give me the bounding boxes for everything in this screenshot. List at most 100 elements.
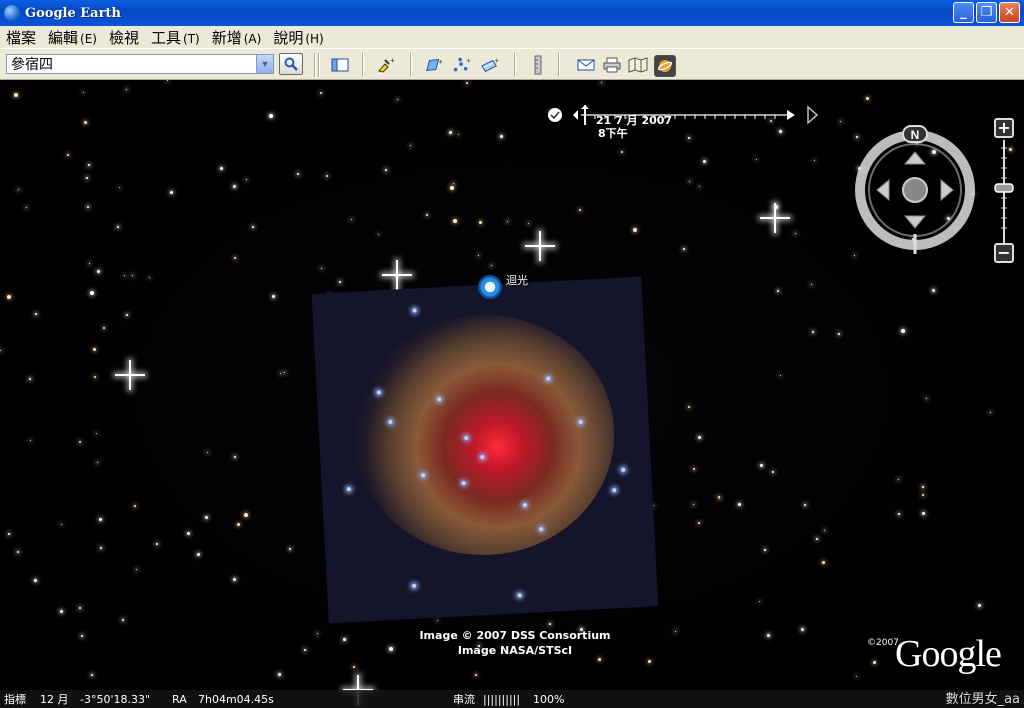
search-input[interactable] — [7, 55, 256, 73]
star — [478, 255, 479, 256]
add-image-overlay-button[interactable]: + — [480, 55, 500, 75]
star — [126, 314, 128, 316]
zoom-slider[interactable]: + − — [992, 118, 1016, 268]
sidebar-toggle-button[interactable] — [330, 55, 350, 75]
navigation-control[interactable]: N — [850, 120, 980, 260]
star — [88, 164, 90, 166]
star — [698, 522, 700, 524]
star — [317, 633, 318, 634]
star — [873, 661, 876, 664]
path-add-icon: + — [453, 56, 471, 72]
zoom-in-label: + — [997, 118, 1010, 137]
ruler-button[interactable] — [528, 55, 548, 75]
star — [812, 331, 814, 333]
star — [83, 92, 84, 93]
star — [932, 289, 935, 292]
star — [500, 135, 503, 138]
star — [343, 638, 346, 641]
toolbar-separator — [314, 53, 316, 77]
star — [280, 373, 281, 374]
star — [479, 221, 482, 224]
star — [84, 121, 87, 124]
star — [759, 601, 760, 602]
search-button[interactable] — [279, 53, 303, 75]
google-earth-app-icon — [4, 5, 20, 21]
star — [579, 209, 581, 211]
star — [437, 620, 438, 621]
star — [621, 151, 623, 153]
toolbar: ▼ + + + + — [0, 48, 1024, 80]
star — [453, 183, 454, 184]
time-slider[interactable] — [545, 88, 825, 148]
minimize-button[interactable]: _ — [953, 2, 974, 23]
email-button[interactable] — [576, 55, 596, 75]
star — [693, 468, 695, 470]
star — [922, 494, 924, 496]
star — [767, 634, 770, 637]
close-button[interactable]: ✕ — [999, 2, 1020, 23]
star — [87, 206, 89, 208]
star — [397, 99, 398, 100]
add-placemark-button[interactable]: + — [376, 55, 396, 75]
star — [449, 131, 452, 134]
star — [326, 175, 328, 177]
stream-percent: 100% — [533, 692, 565, 706]
print-button[interactable] — [602, 55, 622, 75]
nebula-image-overlay[interactable] — [311, 276, 659, 624]
maximize-button[interactable]: ❐ — [976, 2, 997, 23]
menu-add[interactable]: 新增 (A) — [206, 27, 268, 48]
menu-help-label: 說明 — [273, 28, 304, 47]
star — [0, 350, 1, 351]
star — [648, 660, 651, 663]
star — [272, 295, 275, 298]
star — [284, 372, 285, 373]
star — [901, 329, 905, 333]
menu-edit[interactable]: 編輯 (E) — [42, 27, 103, 48]
star — [718, 496, 720, 498]
star — [34, 579, 37, 582]
star — [978, 604, 981, 607]
google-maps-button[interactable] — [628, 55, 648, 75]
star — [450, 186, 454, 190]
menu-add-label: 新增 — [211, 28, 242, 47]
star — [822, 561, 825, 564]
add-polygon-button[interactable]: + — [424, 55, 444, 75]
star — [187, 532, 190, 535]
star — [167, 80, 168, 81]
star — [353, 666, 355, 668]
zoom-out-label: − — [997, 243, 1010, 262]
star — [117, 226, 119, 228]
star — [233, 578, 236, 581]
star — [811, 284, 812, 285]
google-logo: Google — [895, 633, 1002, 675]
star — [97, 462, 98, 463]
compass-north-label: N — [911, 128, 920, 142]
ra-value: 7h04m04.45s — [198, 692, 274, 706]
star — [237, 523, 240, 526]
menu-edit-label: 編輯 — [48, 28, 79, 47]
menu-view[interactable]: 檢視 — [103, 27, 145, 48]
star — [764, 549, 766, 551]
sky-viewport[interactable]: 迴光 Image © 2007 DSS Consortium Image NAS… — [0, 80, 1024, 708]
star — [693, 504, 694, 505]
star — [339, 281, 341, 283]
stream-progress-bar: |||||||||| — [483, 692, 521, 706]
placemark-label[interactable]: 迴光 — [506, 272, 528, 288]
placemark-add-icon: + — [378, 56, 395, 73]
add-path-button[interactable]: + — [452, 55, 472, 75]
menu-tools[interactable]: 工具 (T) — [145, 27, 206, 48]
star — [780, 375, 781, 376]
star — [269, 114, 273, 118]
star — [814, 160, 815, 161]
menu-file[interactable]: 檔案 — [0, 27, 42, 48]
placemark-icon[interactable] — [478, 275, 502, 299]
time-time: 8下午 — [598, 127, 628, 140]
star — [777, 290, 779, 292]
watermark: 數位男女_aa — [945, 692, 1020, 707]
sky-mode-button[interactable] — [654, 55, 676, 77]
star — [122, 619, 124, 621]
star — [699, 186, 700, 187]
menu-help[interactable]: 說明 (H) — [267, 27, 329, 48]
search-dropdown-button[interactable]: ▼ — [256, 55, 273, 73]
star — [18, 189, 19, 190]
